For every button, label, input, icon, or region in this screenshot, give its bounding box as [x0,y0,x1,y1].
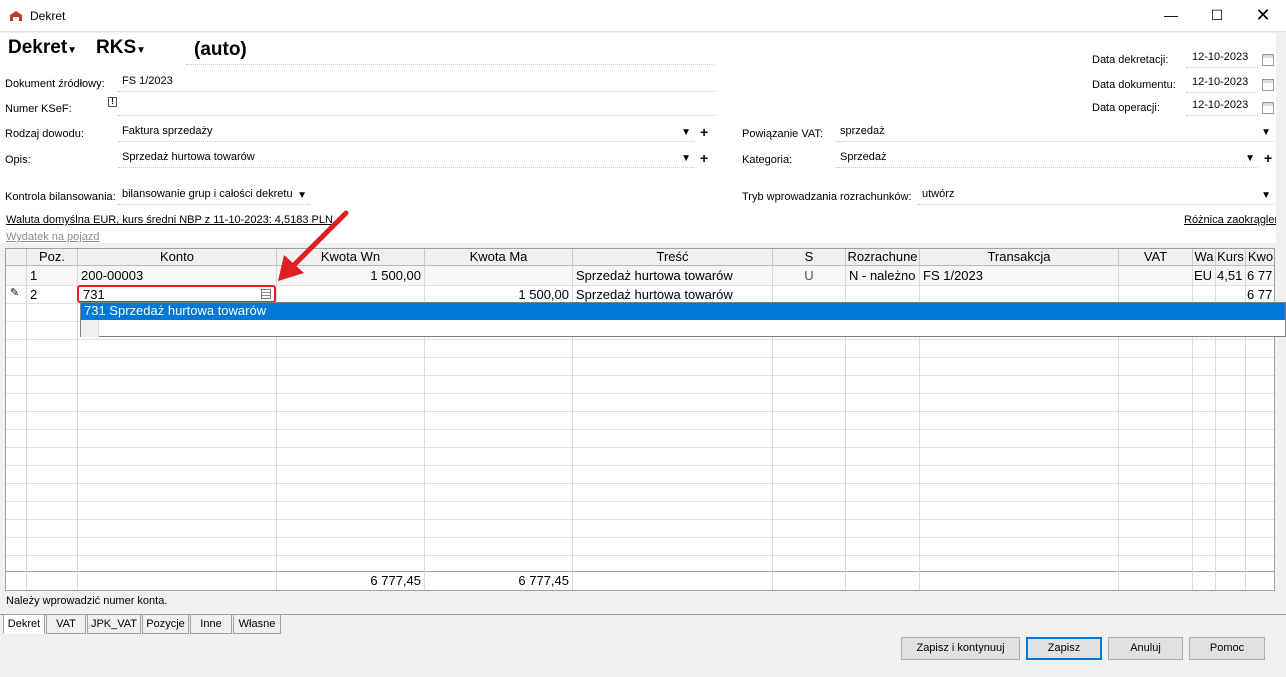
dropdown-arrow-icon: ▼ [1245,153,1255,164]
col-header-transakcja[interactable]: Transakcja [920,249,1119,266]
window-title: Dekret [30,9,66,23]
save-button[interactable]: Zapisz [1026,637,1102,660]
document-number[interactable]: (auto) [186,39,714,65]
add-description-icon[interactable]: + [700,150,708,166]
category-label: Kategoria: [742,154,793,166]
col-header-tresc[interactable]: Treść [573,249,773,266]
calendar-icon[interactable] [1262,79,1274,91]
annotation-arrow-icon [278,210,349,281]
sum-ma: 6 777,45 [518,573,569,588]
col-header-waluta[interactable]: Wa [1193,249,1216,266]
settlement-mode-label: Tryb wprowadzania rozrachunków: [742,191,912,203]
col-header-kwota[interactable]: Kwo [1246,249,1274,266]
help-button[interactable]: Pomoc [1189,637,1265,660]
proof-type-label: Rodzaj dowodu: [5,128,84,140]
balance-control-select[interactable]: bilansowanie grup i całości dekretu ▼ [118,188,310,205]
posting-date-field[interactable]: 12-10-2023 [1186,51,1258,68]
tab-inne[interactable]: Inne [190,614,232,634]
proof-type-select[interactable]: Faktura sprzedaży ▼ [118,125,694,142]
dropdown-arrow-icon: ▼ [681,127,691,138]
chevron-down-icon: ▼ [136,45,147,56]
add-proof-type-icon[interactable]: + [700,124,708,140]
source-doc-field[interactable]: FS 1/2023 [118,75,716,92]
document-date-field[interactable]: 12-10-2023 [1186,76,1258,93]
journal-selector[interactable]: RKS▼ [96,37,146,59]
sum-wn: 6 777,45 [370,573,421,588]
cancel-button[interactable]: Anuluj [1108,637,1183,660]
calendar-icon[interactable] [1262,54,1274,66]
doc-type-selector[interactable]: Dekret▼ [8,37,77,59]
save-and-continue-button[interactable]: Zapisz i kontynuuj [901,637,1020,660]
autocomplete-item[interactable]: 731 Sprzedaż hurtowa towarów [81,303,1285,320]
settlement-mode-select[interactable]: utwórz ▼ [918,188,1274,205]
grid-header: Poz. Konto Kwota Wn Kwota Ma Treść S Roz… [6,249,1274,266]
account-autocomplete-list[interactable]: 731 Sprzedaż hurtowa towarów [80,302,1286,337]
col-header-vat[interactable]: VAT [1119,249,1193,266]
vat-link-select[interactable]: sprzedaż ▼ [836,125,1274,142]
operation-date-label: Data operacji: [1092,102,1160,114]
document-date-label: Data dokumentu: [1092,79,1176,91]
account-input[interactable]: 731 [77,285,276,303]
header-form: Dekret▼ RKS▼ (auto) Dokument źródłowy: F… [0,33,1286,243]
col-header-konto[interactable]: Konto [78,249,277,266]
app-logo-icon [10,11,22,21]
col-header-s[interactable]: S [773,249,846,266]
col-header-rozrachunek[interactable]: Rozrachune [846,249,920,266]
tab-pozycje[interactable]: Pozycje [142,614,189,634]
operation-date-field[interactable]: 12-10-2023 [1186,99,1258,116]
ksef-label: Numer KSeF: [5,103,72,115]
tab-dekret[interactable]: Dekret [3,614,45,634]
chevron-down-icon: ▼ [67,45,78,56]
posting-date-label: Data dekretacji: [1092,54,1169,66]
tab-vat[interactable]: VAT [46,614,86,634]
info-icon[interactable]: ! [108,97,117,107]
vehicle-expense-link[interactable]: Wydatek na pojazd [6,231,99,243]
col-header-kurs[interactable]: Kurs [1216,249,1246,266]
col-header-poz[interactable]: Poz. [27,249,78,266]
balance-control-label: Kontrola bilansowania: [5,191,116,203]
source-doc-label: Dokument źródłowy: [5,78,105,90]
tab-jpk-vat[interactable]: JPK_VAT [87,614,141,634]
description-select[interactable]: Sprzedaż hurtowa towarów ▼ [118,151,694,168]
status-message: Należy wprowadzić numer konta. [6,595,168,607]
minimize-button[interactable]: — [1148,0,1194,32]
dropdown-arrow-icon: ▼ [1261,190,1271,201]
dropdown-arrow-icon: ▼ [297,190,307,201]
maximize-button[interactable]: ☐ [1194,0,1240,32]
edit-row-icon: ✎ [10,287,20,299]
dropdown-arrow-icon: ▼ [681,153,691,164]
description-label: Opis: [5,154,31,166]
dropdown-arrow-icon: ▼ [1261,127,1271,138]
tab-wlasne[interactable]: Własne [233,614,281,634]
rounding-difference-link[interactable]: Różnica zaokrągleń [1184,214,1281,226]
add-category-icon[interactable]: + [1264,150,1272,166]
calendar-icon[interactable] [1262,102,1274,114]
form-scrollbar[interactable] [1276,33,1286,248]
vat-link-label: Powiązanie VAT: [742,128,823,140]
col-header-kwota-ma[interactable]: Kwota Ma [425,249,573,266]
entries-grid[interactable]: Poz. Konto Kwota Wn Kwota Ma Treść S Roz… [5,248,1275,591]
category-select[interactable]: Sprzedaż ▼ [836,151,1258,168]
title-bar: Dekret — ☐ ✕ [0,0,1286,32]
ksef-field[interactable] [118,99,716,116]
close-button[interactable]: ✕ [1240,0,1286,32]
